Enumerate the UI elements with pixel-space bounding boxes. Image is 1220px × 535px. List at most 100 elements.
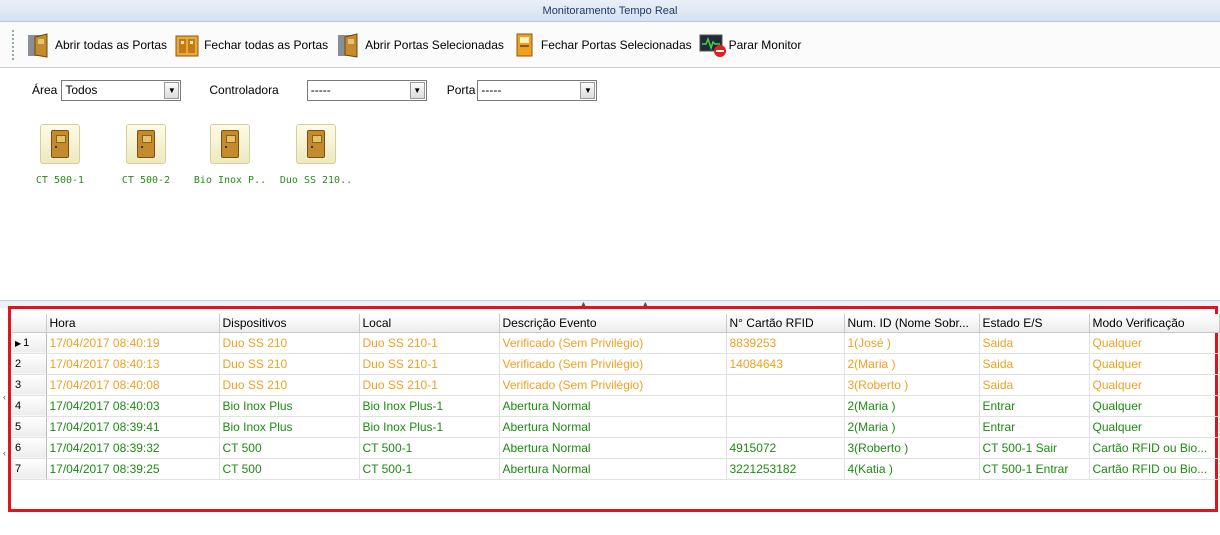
chevron-down-icon[interactable]: ▼ xyxy=(580,81,596,99)
table-row[interactable]: 2 17/04/2017 08:40:13 Duo SS 210 Duo SS 210… xyxy=(12,353,1220,375)
table-cell[interactable]: Abertura Normal xyxy=(499,437,727,459)
table-cell[interactable]: 2(Maria ) xyxy=(844,353,980,375)
table-cell[interactable]: Bio Inox Plus xyxy=(219,416,360,438)
table-cell[interactable]: Verificado (Sem Privilégio) xyxy=(499,374,727,396)
table-cell[interactable]: 17/04/2017 08:40:19 xyxy=(46,332,220,354)
row-header[interactable]: 5 xyxy=(12,416,47,438)
row-header[interactable]: 6 xyxy=(12,437,47,459)
table-cell[interactable]: Abertura Normal xyxy=(499,458,727,480)
current-row-icon: ▶ xyxy=(15,338,22,348)
table-cell[interactable]: CT 500-1 Entrar xyxy=(979,458,1090,480)
table-cell[interactable]: Duo SS 210 xyxy=(219,332,360,354)
column-header-descricao[interactable]: Descrição Evento xyxy=(499,314,727,333)
table-cell[interactable]: 4915072 xyxy=(726,437,845,459)
table-cell[interactable]: Entrar xyxy=(979,416,1090,438)
table-cell[interactable] xyxy=(726,395,845,417)
table-cell[interactable]: 3(Roberto ) xyxy=(844,437,980,459)
row-header[interactable]: 7 xyxy=(12,458,47,480)
device-item[interactable]: Duo SS 210.. xyxy=(276,124,356,186)
table-cell[interactable]: Verificado (Sem Privilégio) xyxy=(499,332,727,354)
area-label: Área xyxy=(32,83,58,97)
table-row[interactable]: 4 17/04/2017 08:40:03 Bio Inox Plus Bio Ino… xyxy=(12,395,1220,417)
table-cell[interactable]: Saida xyxy=(979,332,1090,354)
table-cell[interactable]: Abertura Normal xyxy=(499,395,727,417)
stop-monitor-button[interactable]: Parar Monitor xyxy=(697,30,807,60)
chevron-down-icon[interactable]: ▼ xyxy=(409,81,425,99)
device-item[interactable]: CT 500-2 xyxy=(106,124,186,186)
table-cell[interactable]: 17/04/2017 08:39:25 xyxy=(46,458,220,480)
table-cell[interactable]: Bio Inox Plus-1 xyxy=(359,416,500,438)
column-header-hora[interactable]: Hora xyxy=(46,314,220,333)
close-all-doors-button[interactable]: Fechar todas as Portas xyxy=(172,30,333,60)
row-header[interactable]: 2 xyxy=(12,353,47,375)
table-row[interactable]: ▶ 1 17/04/2017 08:40:19 Duo SS 210 Duo SS 21… xyxy=(12,332,1220,354)
column-header-modo[interactable]: Modo Verificação xyxy=(1089,314,1220,333)
table-row[interactable]: 5 17/04/2017 08:39:41 Bio Inox Plus Bio Ino… xyxy=(12,416,1220,438)
table-cell[interactable]: 17/04/2017 08:40:03 xyxy=(46,395,220,417)
table-cell[interactable]: Qualquer xyxy=(1089,395,1220,417)
row-header[interactable]: 4 xyxy=(12,395,47,417)
table-cell[interactable]: 2(Maria ) xyxy=(844,416,980,438)
table-row[interactable]: 3 17/04/2017 08:40:08 Duo SS 210 Duo SS 210… xyxy=(12,374,1220,396)
device-item[interactable]: Bio Inox P.. xyxy=(190,124,270,186)
toolbar-grip[interactable] xyxy=(12,29,15,60)
table-cell[interactable]: Qualquer xyxy=(1089,353,1220,375)
table-cell[interactable]: Qualquer xyxy=(1089,416,1220,438)
table-cell[interactable]: 3(Roberto ) xyxy=(844,374,980,396)
row-header[interactable]: 3 xyxy=(12,374,47,396)
table-cell[interactable]: 2(Maria ) xyxy=(844,395,980,417)
table-cell[interactable] xyxy=(726,416,845,438)
close-selected-doors-label: Fechar Portas Selecionadas xyxy=(540,37,692,52)
table-cell[interactable]: 17/04/2017 08:39:41 xyxy=(46,416,220,438)
table-cell[interactable]: 4(Katia ) xyxy=(844,458,980,480)
table-cell[interactable]: Bio Inox Plus xyxy=(219,395,360,417)
table-cell[interactable]: 17/04/2017 08:40:08 xyxy=(46,374,220,396)
table-cell[interactable]: 8839253 xyxy=(726,332,845,354)
open-selected-doors-button[interactable]: Abrir Portas Selecionadas xyxy=(333,30,509,60)
table-cell[interactable]: Abertura Normal xyxy=(499,416,727,438)
table-cell[interactable]: Saida xyxy=(979,374,1090,396)
table-cell[interactable]: 1(José ) xyxy=(844,332,980,354)
table-cell[interactable]: Duo SS 210-1 xyxy=(359,332,500,354)
table-cell[interactable]: Bio Inox Plus-1 xyxy=(359,395,500,417)
table-cell[interactable]: 17/04/2017 08:40:13 xyxy=(46,353,220,375)
table-row[interactable]: 6 17/04/2017 08:39:32 CT 500 CT 500-1 Abertu… xyxy=(12,437,1220,459)
table-cell[interactable]: CT 500 xyxy=(219,437,360,459)
table-cell[interactable]: Duo SS 210-1 xyxy=(359,353,500,375)
porta-select[interactable]: ----- ▼ xyxy=(477,79,598,101)
column-header-cartao-rfid[interactable]: N° Cartão RFID xyxy=(726,314,845,333)
area-select[interactable]: Todos ▼ xyxy=(61,79,182,101)
close-all-doors-label: Fechar todas as Portas xyxy=(204,37,329,52)
table-cell[interactable]: 3221253182 xyxy=(726,458,845,480)
table-cell[interactable]: Qualquer xyxy=(1089,374,1220,396)
table-cell[interactable]: Cartão RFID ou Bio... xyxy=(1089,437,1220,459)
table-cell[interactable]: Qualquer xyxy=(1089,332,1220,354)
table-cell[interactable]: Entrar xyxy=(979,395,1090,417)
column-header-dispositivos[interactable]: Dispositivos xyxy=(219,314,360,333)
table-row[interactable]: 7 17/04/2017 08:39:25 CT 500 CT 500-1 Abertu… xyxy=(12,458,1220,480)
chevron-down-icon[interactable]: ▼ xyxy=(164,81,180,99)
table-cell[interactable]: Duo SS 210 xyxy=(219,374,360,396)
table-cell[interactable]: Verificado (Sem Privilégio) xyxy=(499,353,727,375)
table-cell[interactable]: Cartão RFID ou Bio... xyxy=(1089,458,1220,480)
table-header-row: Hora Dispositivos Local Descrição Evento… xyxy=(12,314,1220,333)
table-cell[interactable]: Saida xyxy=(979,353,1090,375)
controladora-select[interactable]: ----- ▼ xyxy=(306,79,427,101)
open-all-doors-button[interactable]: Abrir todas as Portas xyxy=(23,30,172,60)
window-title: Monitoramento Tempo Real xyxy=(0,0,1220,22)
column-header-estado[interactable]: Estado E/S xyxy=(979,314,1090,333)
table-cell[interactable]: CT 500-1 xyxy=(359,437,500,459)
table-cell[interactable]: CT 500 xyxy=(219,458,360,480)
table-cell[interactable] xyxy=(726,374,845,396)
table-cell[interactable]: CT 500-1 Sair xyxy=(979,437,1090,459)
row-header[interactable]: ▶ 1 xyxy=(12,332,47,354)
device-item[interactable]: CT 500-1 xyxy=(20,124,100,186)
column-header-num-id[interactable]: Num. ID (Nome Sobr... xyxy=(844,314,980,333)
column-header-local[interactable]: Local xyxy=(359,314,500,333)
table-cell[interactable]: 14084643 xyxy=(726,353,845,375)
close-selected-doors-button[interactable]: Fechar Portas Selecionadas xyxy=(509,30,697,60)
table-cell[interactable]: CT 500-1 xyxy=(359,458,500,480)
table-cell[interactable]: Duo SS 210-1 xyxy=(359,374,500,396)
table-cell[interactable]: 17/04/2017 08:39:32 xyxy=(46,437,220,459)
table-cell[interactable]: Duo SS 210 xyxy=(219,353,360,375)
